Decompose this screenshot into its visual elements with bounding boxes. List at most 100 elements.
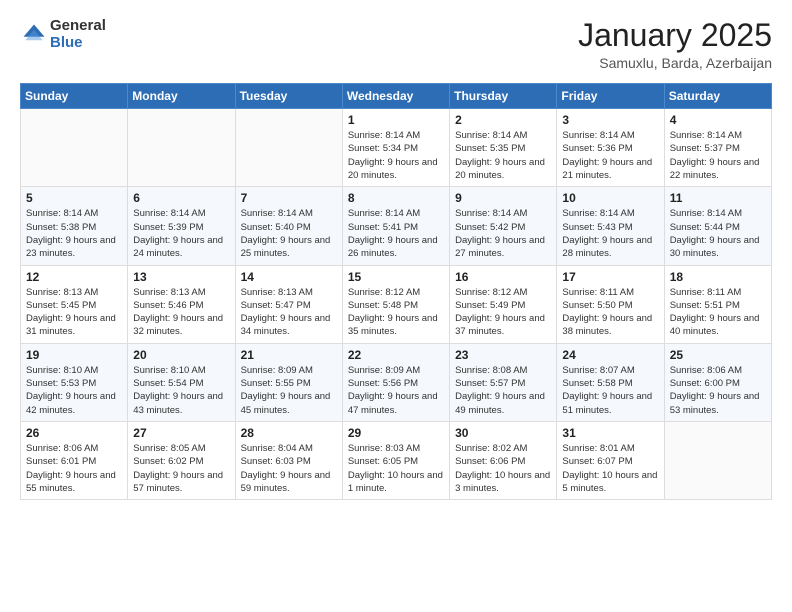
day-cell xyxy=(21,109,128,187)
day-number: 17 xyxy=(562,270,658,284)
day-detail: Sunrise: 8:13 AMSunset: 5:47 PMDaylight:… xyxy=(241,286,337,339)
day-number: 31 xyxy=(562,426,658,440)
week-row-2: 5 Sunrise: 8:14 AMSunset: 5:38 PMDaylight… xyxy=(21,187,772,265)
day-detail: Sunrise: 8:14 AMSunset: 5:34 PMDaylight:… xyxy=(348,129,444,182)
day-cell: 11 Sunrise: 8:14 AMSunset: 5:44 PMDayligh… xyxy=(664,187,771,265)
day-cell xyxy=(235,109,342,187)
day-cell: 15 Sunrise: 8:12 AMSunset: 5:48 PMDayligh… xyxy=(342,265,449,343)
day-detail: Sunrise: 8:11 AMSunset: 5:51 PMDaylight:… xyxy=(670,286,766,339)
day-detail: Sunrise: 8:14 AMSunset: 5:38 PMDaylight:… xyxy=(26,207,122,260)
day-detail: Sunrise: 8:12 AMSunset: 5:49 PMDaylight:… xyxy=(455,286,551,339)
day-number: 27 xyxy=(133,426,229,440)
day-number: 28 xyxy=(241,426,337,440)
day-number: 15 xyxy=(348,270,444,284)
logo-general: General xyxy=(50,17,106,34)
day-number: 21 xyxy=(241,348,337,362)
day-cell: 28 Sunrise: 8:04 AMSunset: 6:03 PMDayligh… xyxy=(235,421,342,499)
day-cell: 9 Sunrise: 8:14 AMSunset: 5:42 PMDaylight… xyxy=(450,187,557,265)
logo-text: General Blue xyxy=(50,18,106,51)
weekday-header-row: SundayMondayTuesdayWednesdayThursdayFrid… xyxy=(21,84,772,109)
day-cell: 16 Sunrise: 8:12 AMSunset: 5:49 PMDayligh… xyxy=(450,265,557,343)
day-detail: Sunrise: 8:14 AMSunset: 5:37 PMDaylight:… xyxy=(670,129,766,182)
location: Samuxlu, Barda, Azerbaijan xyxy=(578,55,772,71)
day-cell xyxy=(128,109,235,187)
day-cell: 17 Sunrise: 8:11 AMSunset: 5:50 PMDayligh… xyxy=(557,265,664,343)
header: General Blue January 2025 Samuxlu, Barda… xyxy=(20,18,772,71)
day-detail: Sunrise: 8:11 AMSunset: 5:50 PMDaylight:… xyxy=(562,286,658,339)
day-cell: 6 Sunrise: 8:14 AMSunset: 5:39 PMDaylight… xyxy=(128,187,235,265)
day-number: 1 xyxy=(348,113,444,127)
day-cell: 23 Sunrise: 8:08 AMSunset: 5:57 PMDayligh… xyxy=(450,343,557,421)
day-detail: Sunrise: 8:14 AMSunset: 5:42 PMDaylight:… xyxy=(455,207,551,260)
day-detail: Sunrise: 8:12 AMSunset: 5:48 PMDaylight:… xyxy=(348,286,444,339)
day-detail: Sunrise: 8:14 AMSunset: 5:35 PMDaylight:… xyxy=(455,129,551,182)
day-number: 23 xyxy=(455,348,551,362)
day-number: 11 xyxy=(670,191,766,205)
day-number: 25 xyxy=(670,348,766,362)
day-number: 26 xyxy=(26,426,122,440)
title-block: January 2025 Samuxlu, Barda, Azerbaijan xyxy=(578,18,772,71)
day-number: 19 xyxy=(26,348,122,362)
day-number: 20 xyxy=(133,348,229,362)
day-number: 12 xyxy=(26,270,122,284)
day-cell: 14 Sunrise: 8:13 AMSunset: 5:47 PMDayligh… xyxy=(235,265,342,343)
day-detail: Sunrise: 8:04 AMSunset: 6:03 PMDaylight:… xyxy=(241,442,337,495)
day-detail: Sunrise: 8:14 AMSunset: 5:40 PMDaylight:… xyxy=(241,207,337,260)
week-row-4: 19 Sunrise: 8:10 AMSunset: 5:53 PMDayligh… xyxy=(21,343,772,421)
day-detail: Sunrise: 8:10 AMSunset: 5:54 PMDaylight:… xyxy=(133,364,229,417)
day-cell: 10 Sunrise: 8:14 AMSunset: 5:43 PMDayligh… xyxy=(557,187,664,265)
day-number: 5 xyxy=(26,191,122,205)
day-cell: 25 Sunrise: 8:06 AMSunset: 6:00 PMDayligh… xyxy=(664,343,771,421)
weekday-header-sunday: Sunday xyxy=(21,84,128,109)
day-number: 3 xyxy=(562,113,658,127)
week-row-3: 12Sunrise: 8:13 AMSunset: 5:45 PMDayligh… xyxy=(21,265,772,343)
day-number: 29 xyxy=(348,426,444,440)
day-cell: 29 Sunrise: 8:03 AMSunset: 6:05 PMDayligh… xyxy=(342,421,449,499)
day-detail: Sunrise: 8:14 AMSunset: 5:39 PMDaylight:… xyxy=(133,207,229,260)
day-number: 7 xyxy=(241,191,337,205)
day-number: 2 xyxy=(455,113,551,127)
day-detail: Sunrise: 8:14 AMSunset: 5:43 PMDaylight:… xyxy=(562,207,658,260)
month-title: January 2025 xyxy=(578,18,772,53)
day-number: 14 xyxy=(241,270,337,284)
day-cell xyxy=(664,421,771,499)
day-detail: Sunrise: 8:05 AMSunset: 6:02 PMDaylight:… xyxy=(133,442,229,495)
day-cell: 31 Sunrise: 8:01 AMSunset: 6:07 PMDayligh… xyxy=(557,421,664,499)
weekday-header-wednesday: Wednesday xyxy=(342,84,449,109)
calendar-table: SundayMondayTuesdayWednesdayThursdayFrid… xyxy=(20,83,772,500)
day-cell: 20 Sunrise: 8:10 AMSunset: 5:54 PMDayligh… xyxy=(128,343,235,421)
day-number: 4 xyxy=(670,113,766,127)
day-cell: 24 Sunrise: 8:07 AMSunset: 5:58 PMDayligh… xyxy=(557,343,664,421)
day-detail: Sunrise: 8:07 AMSunset: 5:58 PMDaylight:… xyxy=(562,364,658,417)
day-cell: 12Sunrise: 8:13 AMSunset: 5:45 PMDayligh… xyxy=(21,265,128,343)
day-number: 8 xyxy=(348,191,444,205)
logo-blue: Blue xyxy=(50,34,83,51)
logo: General Blue xyxy=(20,18,106,51)
day-number: 10 xyxy=(562,191,658,205)
day-cell: 18 Sunrise: 8:11 AMSunset: 5:51 PMDayligh… xyxy=(664,265,771,343)
day-detail: Sunrise: 8:10 AMSunset: 5:53 PMDaylight:… xyxy=(26,364,122,417)
day-number: 16 xyxy=(455,270,551,284)
day-number: 18 xyxy=(670,270,766,284)
day-number: 6 xyxy=(133,191,229,205)
day-detail: Sunrise: 8:03 AMSunset: 6:05 PMDaylight:… xyxy=(348,442,444,495)
day-cell: 22Sunrise: 8:09 AMSunset: 5:56 PMDayligh… xyxy=(342,343,449,421)
day-number: 24 xyxy=(562,348,658,362)
day-detail: Sunrise: 8:14 AMSunset: 5:44 PMDaylight:… xyxy=(670,207,766,260)
day-number: 13 xyxy=(133,270,229,284)
day-detail: Sunrise: 8:02 AMSunset: 6:06 PMDaylight:… xyxy=(455,442,551,495)
weekday-header-monday: Monday xyxy=(128,84,235,109)
weekday-header-friday: Friday xyxy=(557,84,664,109)
day-detail: Sunrise: 8:06 AMSunset: 6:01 PMDaylight:… xyxy=(26,442,122,495)
weekday-header-saturday: Saturday xyxy=(664,84,771,109)
day-cell: 1 Sunrise: 8:14 AMSunset: 5:34 PMDaylight… xyxy=(342,109,449,187)
day-cell: 3Sunrise: 8:14 AMSunset: 5:36 PMDaylight… xyxy=(557,109,664,187)
weekday-header-thursday: Thursday xyxy=(450,84,557,109)
day-detail: Sunrise: 8:08 AMSunset: 5:57 PMDaylight:… xyxy=(455,364,551,417)
day-detail: Sunrise: 8:06 AMSunset: 6:00 PMDaylight:… xyxy=(670,364,766,417)
logo-icon xyxy=(20,21,48,49)
day-cell: 5 Sunrise: 8:14 AMSunset: 5:38 PMDaylight… xyxy=(21,187,128,265)
day-cell: 4 Sunrise: 8:14 AMSunset: 5:37 PMDaylight… xyxy=(664,109,771,187)
day-detail: Sunrise: 8:01 AMSunset: 6:07 PMDaylight:… xyxy=(562,442,658,495)
day-number: 9 xyxy=(455,191,551,205)
